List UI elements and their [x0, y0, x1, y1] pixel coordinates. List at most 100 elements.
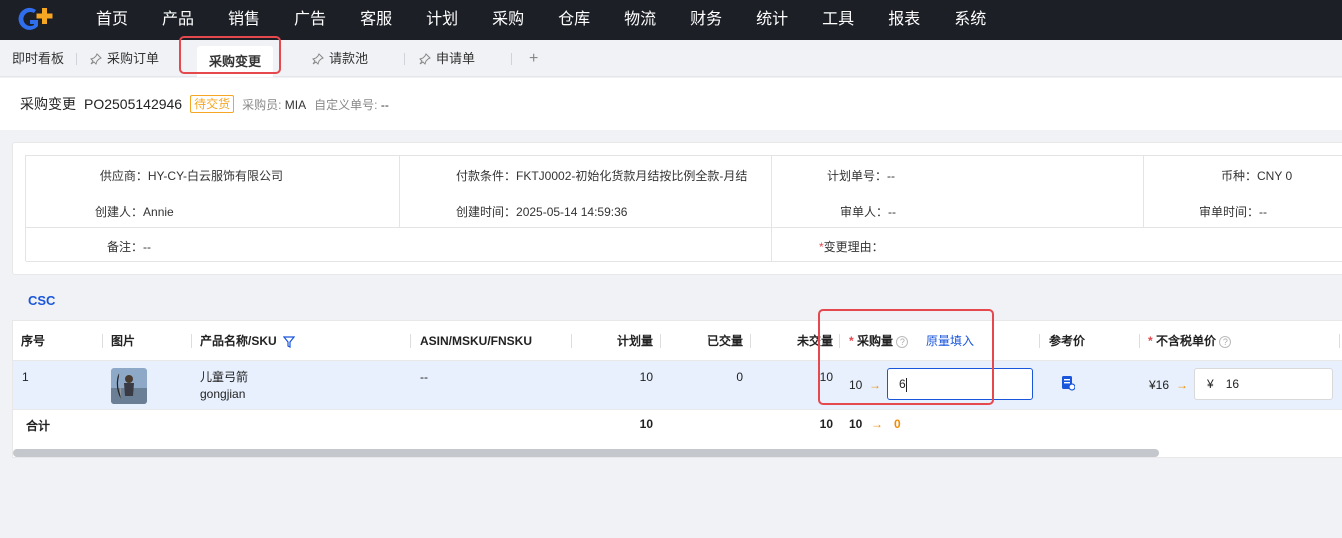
- tab-payment-pool[interactable]: 请款池: [312, 40, 368, 77]
- review-time-field: 审单时间：--: [1199, 203, 1267, 220]
- horizontal-scrollbar[interactable]: [13, 449, 1159, 457]
- remark-label: 备注：: [107, 240, 144, 254]
- buyer-meta: 采购员: MIA: [242, 96, 306, 113]
- planned-value: 10: [639, 370, 653, 384]
- pin-icon[interactable]: [419, 52, 431, 65]
- payment-terms-label: 付款条件：: [456, 169, 517, 183]
- created-time-field: 创建时间：2025-05-14 14:59:36: [456, 203, 627, 220]
- page-header: 采购变更 PO2505142946 待交货 采购员: MIA 自定义单号: --: [0, 78, 1342, 130]
- col-product[interactable]: 产品名称/SKU: [200, 321, 296, 361]
- nav-service[interactable]: 客服: [360, 0, 392, 40]
- info-grid: 供应商：HY-CY-白云服饰有限公司 付款条件：FKTJ0002-初始化货款月结…: [25, 155, 1342, 262]
- tab-dashboard[interactable]: 即时看板: [12, 40, 64, 77]
- nav-home[interactable]: 首页: [96, 0, 128, 40]
- nav-product[interactable]: 产品: [162, 0, 194, 40]
- highlight-box-qty: [818, 309, 994, 405]
- help-icon[interactable]: ?: [1219, 335, 1232, 348]
- reviewer-value: --: [888, 205, 897, 219]
- filter-icon[interactable]: [282, 336, 296, 348]
- nav-finance[interactable]: 财务: [690, 0, 722, 40]
- custom-no-meta: 自定义单号: --: [314, 96, 389, 113]
- reviewer-label: 审单人：: [840, 205, 889, 219]
- table-row[interactable]: 1 儿童弓箭 gongjian -- 10 0 10 10 → 6 ¥16 → …: [13, 361, 1342, 410]
- tab-purchase-order[interactable]: 采购订单: [90, 40, 159, 77]
- purchase-items-table: 序号 图片 产品名称/SKU ASIN/MSKU/FNSKU 计划量 已交量 未…: [12, 320, 1342, 458]
- created-time-label: 创建时间：: [456, 205, 517, 219]
- creator-value: Annie: [143, 205, 174, 219]
- product-sku: gongjian: [200, 387, 246, 401]
- reviewer-field: 审单人：--: [840, 203, 896, 220]
- remark-field: 备注：--: [107, 238, 151, 255]
- total-label: 合计: [26, 419, 51, 433]
- unit-price-input[interactable]: ¥16: [1194, 368, 1333, 400]
- change-reason-label: 变更理由：: [823, 240, 884, 254]
- col-image: 图片: [111, 334, 136, 348]
- tab-requisition-label: 申请单: [436, 51, 476, 66]
- tab-divider: [511, 53, 512, 65]
- section-label: CSC: [28, 293, 56, 308]
- nav-purchase[interactable]: 采购: [492, 0, 524, 40]
- app-logo[interactable]: [16, 0, 64, 40]
- col-index: 序号: [21, 334, 46, 348]
- info-card: 供应商：HY-CY-白云服饰有限公司 付款条件：FKTJ0002-初始化货款月结…: [12, 142, 1342, 275]
- reference-price-icon[interactable]: [1061, 375, 1075, 391]
- tab-dashboard-label: 即时看板: [12, 51, 65, 66]
- plan-no-label: 计划单号：: [827, 169, 888, 183]
- arrow-icon: →: [1176, 378, 1188, 392]
- total-undelivered: 10: [819, 417, 833, 431]
- highlight-box-tab: [179, 36, 281, 74]
- review-time-value: --: [1259, 205, 1268, 219]
- nav-system[interactable]: 系统: [954, 0, 986, 40]
- arrow-icon: →: [871, 417, 883, 431]
- col-unit-price: * 不含税单价 ?: [1148, 321, 1232, 361]
- supplier-field: 供应商：HY-CY-白云服饰有限公司: [100, 167, 283, 184]
- table-header: 序号 图片 产品名称/SKU ASIN/MSKU/FNSKU 计划量 已交量 未…: [13, 321, 1342, 361]
- tab-bar: 即时看板 采购订单 采购变更 请款池 申请单 +: [0, 36, 1342, 77]
- col-product-label: 产品名称/SKU: [200, 334, 277, 348]
- pin-icon[interactable]: [312, 52, 324, 65]
- total-row: 合计 10 10 10 → 0: [13, 410, 1342, 440]
- product-thumbnail[interactable]: [111, 368, 147, 404]
- pin-icon[interactable]: [90, 52, 102, 65]
- plan-no-field: 计划单号：--: [827, 167, 895, 184]
- nav-warehouse[interactable]: 仓库: [558, 0, 590, 40]
- nav-ads[interactable]: 广告: [294, 0, 326, 40]
- nav-sales[interactable]: 销售: [228, 0, 260, 40]
- change-reason-field[interactable]: *变更理由：: [819, 238, 884, 255]
- supplier-value: HY-CY-白云服饰有限公司: [147, 169, 283, 183]
- currency-label: 币种：: [1221, 169, 1258, 183]
- col-asin: ASIN/MSKU/FNSKU: [420, 334, 533, 348]
- currency-field: 币种：CNY 0: [1221, 167, 1292, 184]
- total-qty-old: 10: [849, 417, 863, 431]
- nav-reports[interactable]: 报表: [888, 0, 920, 40]
- buyer-label: 采购员:: [242, 97, 282, 112]
- nav-plan[interactable]: 计划: [426, 0, 458, 40]
- tab-divider: [404, 53, 405, 65]
- supplier-label: 供应商：: [99, 169, 148, 183]
- nav-stats[interactable]: 统计: [756, 0, 788, 40]
- status-badge: 待交货: [190, 95, 235, 113]
- plus-icon: +: [529, 50, 539, 67]
- asin-value: --: [420, 370, 428, 384]
- remark-value: --: [143, 240, 152, 254]
- po-number: PO2505142946: [84, 96, 183, 112]
- total-qty-new: 0: [894, 417, 901, 431]
- nav-logistics[interactable]: 物流: [624, 0, 656, 40]
- col-planned: 计划量: [616, 334, 653, 348]
- custom-no-label: 自定义单号:: [314, 97, 378, 112]
- tab-payment-pool-label: 请款池: [329, 51, 369, 66]
- created-time-value: 2025-05-14 14:59:36: [516, 205, 628, 219]
- payment-terms-field: 付款条件：FKTJ0002-初始化货款月结按比例全款-月结: [456, 167, 747, 184]
- col-delivered: 已交量: [706, 334, 743, 348]
- product-name[interactable]: 儿童弓箭: [200, 368, 248, 385]
- total-planned: 10: [639, 417, 653, 431]
- required-asterisk: *: [1148, 334, 1153, 348]
- tab-requisition[interactable]: 申请单: [419, 40, 475, 77]
- nav-tools[interactable]: 工具: [822, 0, 854, 40]
- col-unit-price-label: 不含税单价: [1156, 334, 1217, 348]
- custom-no-value: --: [380, 97, 389, 112]
- add-tab-button[interactable]: +: [529, 40, 538, 77]
- payment-terms-value: FKTJ0002-初始化货款月结按比例全款-月结: [516, 169, 748, 183]
- buyer-value: MIA: [284, 97, 307, 112]
- currency-value: CNY 0: [1257, 169, 1293, 183]
